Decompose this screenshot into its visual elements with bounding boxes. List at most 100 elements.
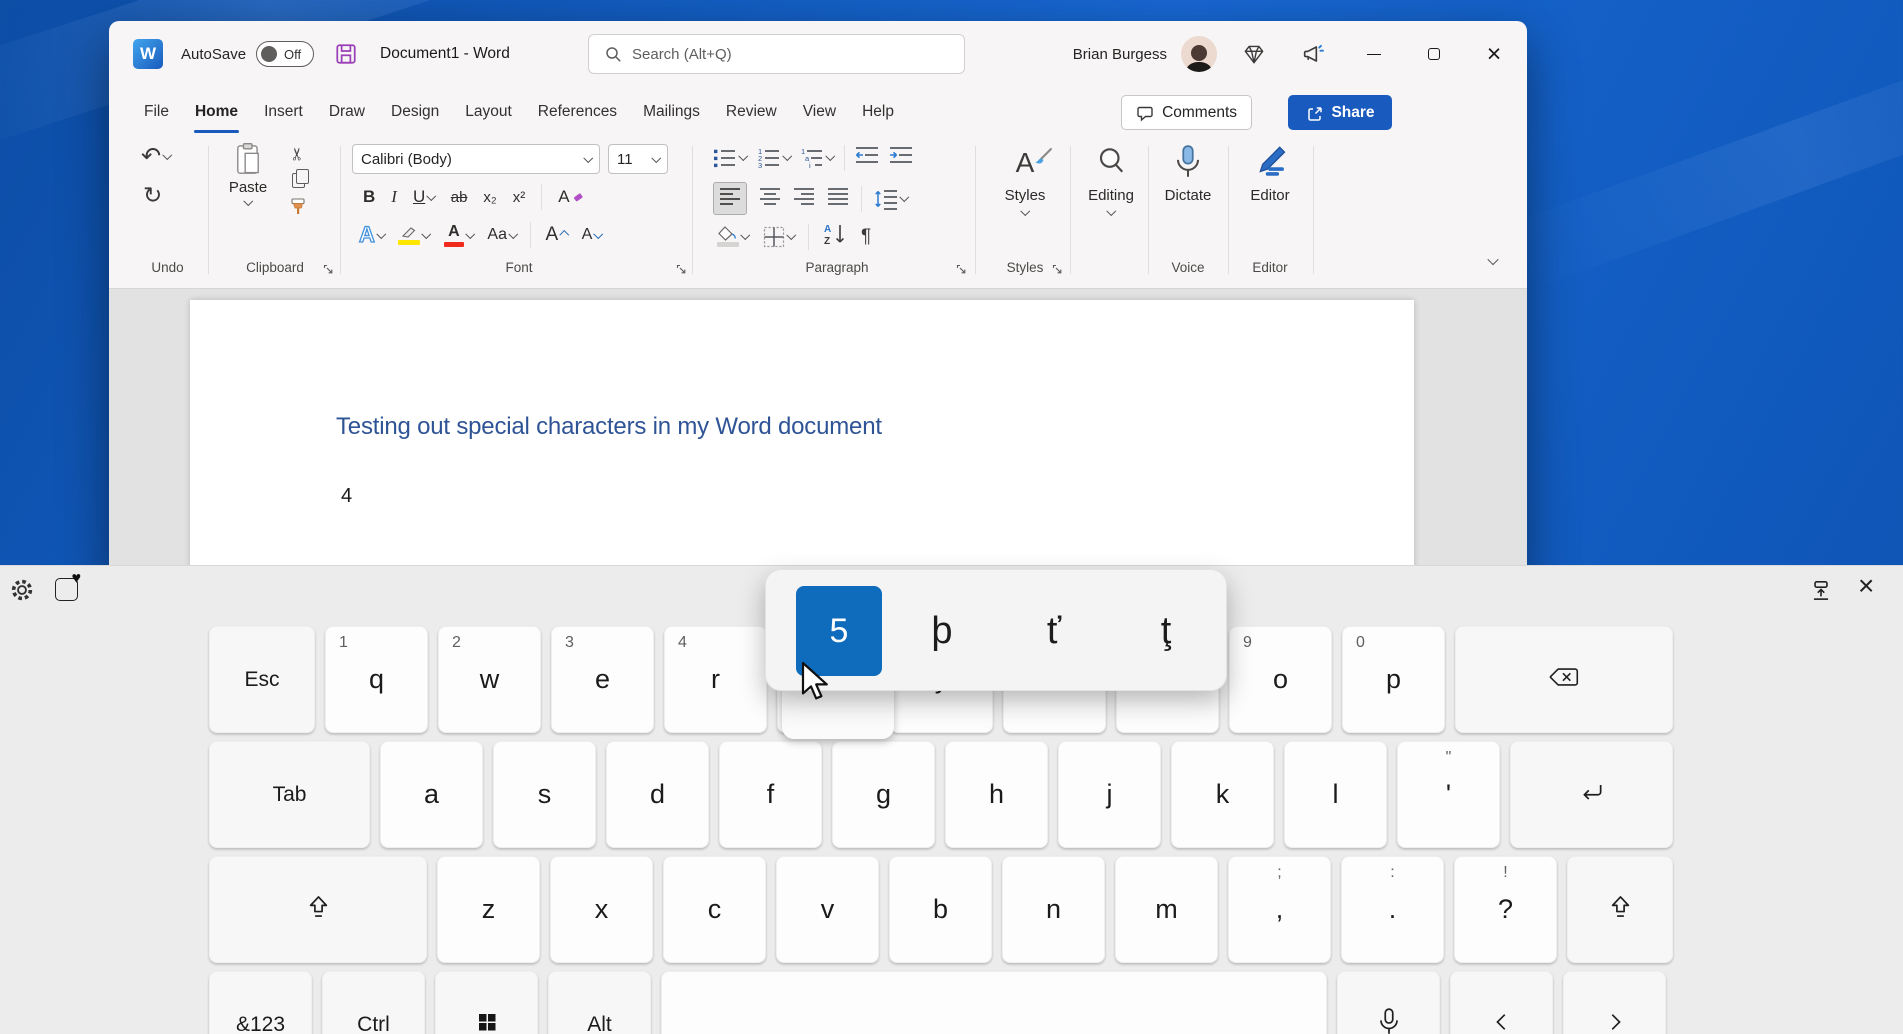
key-f[interactable]: f [719, 741, 822, 848]
key-shift-left[interactable] [209, 856, 427, 963]
align-right-button[interactable] [793, 186, 815, 211]
underline-button[interactable]: U [413, 187, 435, 207]
minimize-button[interactable] [1351, 32, 1397, 76]
popup-option-thorn[interactable]: þ [892, 570, 992, 692]
premium-diamond-icon[interactable] [1231, 34, 1277, 74]
align-left-button[interactable] [713, 182, 747, 215]
undock-keyboard-icon[interactable] [1808, 578, 1834, 604]
key-comma[interactable]: ;, [1228, 856, 1331, 963]
key-ctrl[interactable]: Ctrl [322, 971, 425, 1034]
tab-review[interactable]: Review [713, 93, 790, 131]
autosave-toggle[interactable]: Off [256, 41, 314, 67]
key-enter[interactable] [1510, 741, 1673, 848]
search-input[interactable]: Search (Alt+Q) [588, 34, 965, 74]
superscript-button[interactable]: x² [513, 189, 526, 206]
key-mic[interactable] [1337, 971, 1440, 1034]
multilevel-list-button[interactable]: 1ai [800, 147, 834, 169]
key-esc[interactable]: Esc [209, 626, 315, 733]
styles-button[interactable]: A Styles [985, 144, 1065, 216]
key-cursor-right[interactable] [1563, 971, 1666, 1034]
tab-help[interactable]: Help [849, 93, 907, 131]
tab-references[interactable]: References [525, 93, 630, 131]
bold-button[interactable]: B [363, 187, 375, 207]
tab-home[interactable]: Home [182, 93, 251, 131]
tab-file[interactable]: File [131, 93, 182, 131]
key-m[interactable]: m [1115, 856, 1218, 963]
change-case-button[interactable]: Aa [487, 226, 516, 244]
collapse-ribbon-chevron[interactable] [1489, 252, 1497, 270]
editor-button[interactable]: Editor [1235, 144, 1305, 204]
key-p[interactable]: 0p [1342, 626, 1445, 733]
copy-icon[interactable] [292, 173, 305, 188]
coming-soon-megaphone-icon[interactable] [1291, 34, 1337, 74]
key-d[interactable]: d [606, 741, 709, 848]
font-color-button[interactable]: A [444, 223, 474, 247]
key-n[interactable]: n [1002, 856, 1105, 963]
show-hide-pilcrow-button[interactable]: ¶ [861, 226, 871, 248]
key-e[interactable]: 3e [551, 626, 654, 733]
italic-button[interactable]: I [391, 187, 397, 207]
sort-button[interactable]: AZ [823, 222, 847, 251]
borders-button[interactable] [763, 226, 795, 248]
key-alt[interactable]: Alt [548, 971, 651, 1034]
share-button[interactable]: Share [1288, 95, 1392, 130]
paragraph-dialog-launcher[interactable] [956, 262, 967, 280]
maximize-button[interactable] [1411, 32, 1457, 76]
key-c[interactable]: c [663, 856, 766, 963]
text-effects-button[interactable]: A [359, 222, 384, 248]
key-tab[interactable]: Tab [209, 741, 370, 848]
key-cursor-left[interactable] [1450, 971, 1553, 1034]
tab-layout[interactable]: Layout [452, 93, 525, 131]
line-spacing-button[interactable] [874, 188, 908, 210]
emoji-panel-icon[interactable]: ♥ [55, 578, 78, 601]
align-center-button[interactable] [759, 186, 781, 211]
tab-design[interactable]: Design [378, 93, 452, 131]
key-k[interactable]: k [1171, 741, 1274, 848]
key-r[interactable]: 4r [664, 626, 767, 733]
format-painter-icon[interactable] [288, 197, 308, 217]
key-g[interactable]: g [832, 741, 935, 848]
key-x[interactable]: x [550, 856, 653, 963]
key-backspace[interactable] [1455, 626, 1673, 733]
key-b[interactable]: b [889, 856, 992, 963]
document-page[interactable]: Testing out special characters in my Wor… [190, 300, 1414, 581]
key-z[interactable]: z [437, 856, 540, 963]
redo-icon[interactable]: ↻ [143, 182, 162, 209]
key-a[interactable]: a [380, 741, 483, 848]
key-period[interactable]: :. [1341, 856, 1444, 963]
font-size-combo[interactable]: 11 [608, 144, 668, 174]
dictate-button[interactable]: Dictate [1155, 144, 1221, 204]
increase-indent-button[interactable] [889, 144, 913, 171]
numbering-button[interactable]: 123 [757, 147, 791, 169]
font-dialog-launcher[interactable] [676, 262, 687, 280]
key-v[interactable]: v [776, 856, 879, 963]
key-windows[interactable] [435, 971, 538, 1034]
highlight-button[interactable] [398, 225, 430, 245]
grow-font-button[interactable]: A [545, 224, 567, 246]
key-s[interactable]: s [493, 741, 596, 848]
tab-mailings[interactable]: Mailings [630, 93, 713, 131]
comments-button[interactable]: Comments [1121, 95, 1252, 130]
paste-button[interactable]: Paste [216, 142, 280, 206]
undo-icon[interactable]: ↶ [141, 142, 171, 171]
close-button[interactable]: × [1471, 32, 1517, 76]
key-o[interactable]: 9o [1229, 626, 1332, 733]
bullets-button[interactable] [713, 147, 747, 169]
tab-draw[interactable]: Draw [316, 93, 378, 131]
close-keyboard-icon[interactable]: × [1858, 570, 1874, 602]
strikethrough-button[interactable]: ab [451, 189, 468, 206]
subscript-button[interactable]: x₂ [483, 189, 496, 206]
key-shift-right[interactable] [1567, 856, 1673, 963]
key-l[interactable]: l [1284, 741, 1387, 848]
styles-dialog-launcher[interactable] [1052, 262, 1063, 280]
save-icon[interactable] [334, 42, 358, 66]
key-symbols[interactable]: &123 [209, 971, 312, 1034]
keyboard-settings-gear-icon[interactable] [8, 576, 36, 604]
key-h[interactable]: h [945, 741, 1048, 848]
key-q[interactable]: 1q [325, 626, 428, 733]
clipboard-dialog-launcher[interactable] [323, 262, 334, 280]
cut-icon[interactable]: ✂ [288, 147, 308, 161]
editing-button[interactable]: Editing [1077, 144, 1145, 216]
key-apostrophe[interactable]: "' [1397, 741, 1500, 848]
user-avatar[interactable] [1181, 36, 1217, 72]
